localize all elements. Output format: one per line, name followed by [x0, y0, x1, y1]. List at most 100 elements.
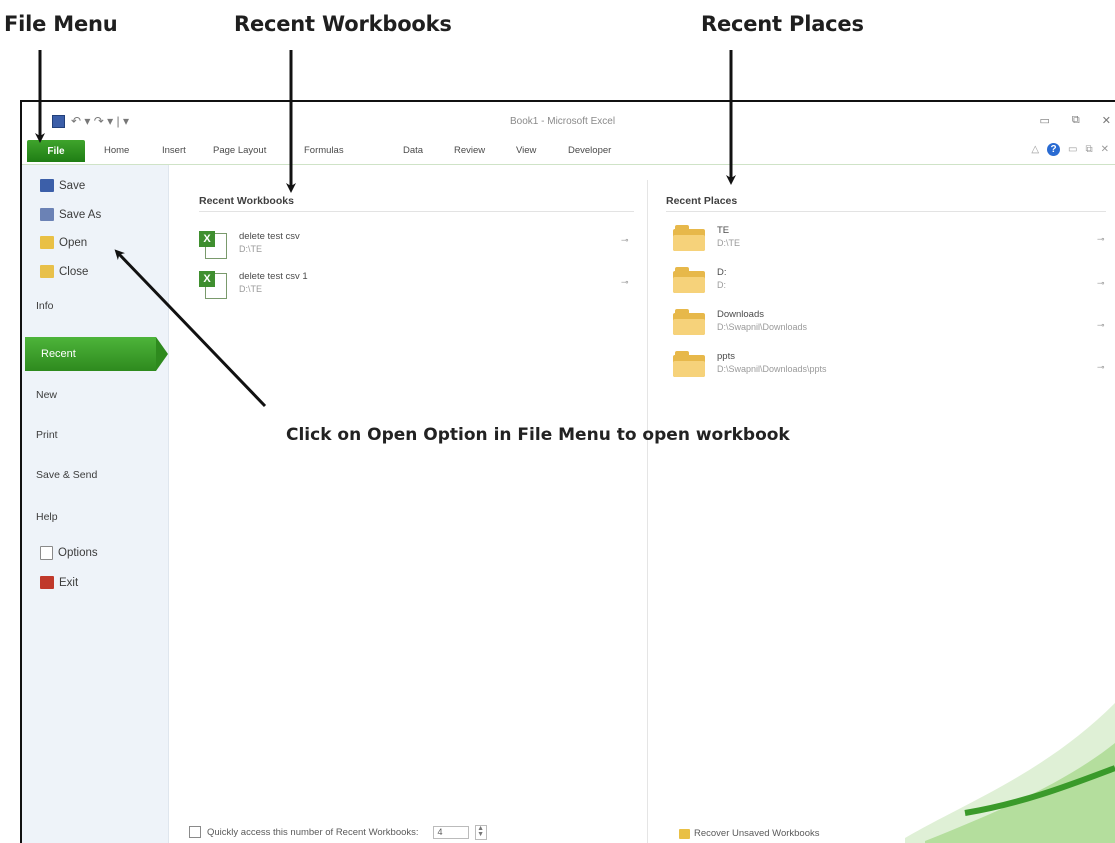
tab-insert[interactable]: Insert: [162, 145, 186, 156]
nav-save-as[interactable]: Save As: [40, 208, 101, 221]
quick-access-toolbar[interactable]: ↶ ▾ ↷ ▾ | ▾: [52, 114, 129, 128]
doc-minimize-icon[interactable]: ▭: [1068, 144, 1077, 155]
nav-new[interactable]: New: [36, 389, 57, 401]
quick-access-checkbox[interactable]: [189, 826, 201, 838]
recent-places-heading: Recent Places: [666, 195, 738, 207]
folder-icon: [673, 225, 705, 251]
recent-place-item[interactable]: Downloads D:\Swapnil\Downloads: [673, 309, 807, 335]
nav-close[interactable]: Close: [40, 265, 88, 278]
pin-icon[interactable]: ⊸: [1097, 320, 1105, 331]
recover-label: Recover Unsaved Workbooks: [694, 828, 820, 839]
pin-icon[interactable]: ⊸: [1097, 362, 1105, 373]
nav-exit-label: Exit: [59, 576, 79, 589]
ribbon-tabs: File Home Insert Page Layout Formulas Da…: [22, 138, 1115, 165]
folder-icon: [673, 267, 705, 293]
workbook-name: delete test csv 1: [239, 271, 308, 282]
backstage-content: Recent Workbooks X delete test csv D:\TE…: [169, 165, 1115, 843]
nav-open-label: Open: [59, 236, 88, 249]
nav-print[interactable]: Print: [36, 429, 58, 441]
spin-down-icon[interactable]: ▼: [477, 831, 484, 838]
folder-icon: [673, 351, 705, 377]
open-option-callout: Click on Open Option in File Menu to ope…: [286, 425, 790, 445]
place-path: D:\Swapnil\Downloads: [717, 322, 808, 332]
recover-folder-icon: [679, 828, 690, 839]
nav-recent[interactable]: Recent: [25, 337, 156, 371]
place-name: ppts: [717, 351, 735, 362]
tab-developer[interactable]: Developer: [568, 145, 611, 156]
recent-workbook-item[interactable]: X delete test csv D:\TE: [199, 231, 300, 259]
ribbon-right-icons: △ ? ▭ ⧉ ✕: [1031, 143, 1109, 156]
restore-icon[interactable]: ⧉: [1072, 114, 1080, 127]
doc-close-icon[interactable]: ✕: [1101, 144, 1109, 155]
folder-icon: [673, 309, 705, 335]
tab-formulas[interactable]: Formulas: [304, 145, 344, 156]
nav-save-as-label: Save As: [59, 208, 102, 221]
tab-home[interactable]: Home: [104, 145, 129, 156]
nav-save-send[interactable]: Save & Send: [36, 469, 97, 481]
bottom-bar: Quickly access this number of Recent Wor…: [189, 821, 1115, 843]
quick-access-count-input[interactable]: 4: [432, 825, 469, 839]
open-folder-icon: [40, 236, 54, 249]
nav-close-label: Close: [59, 265, 89, 278]
file-menu-annotation: File Menu: [4, 12, 118, 36]
recent-places-annotation: Recent Places: [701, 12, 864, 36]
minimize-icon[interactable]: ▭: [1040, 114, 1050, 127]
window-controls: ▭ ⧉ ✕: [1040, 114, 1111, 127]
tab-page-layout[interactable]: Page Layout: [213, 145, 266, 156]
pin-icon[interactable]: ⊸: [1097, 234, 1105, 245]
tab-view[interactable]: View: [516, 145, 536, 156]
title-bar: ↶ ▾ ↷ ▾ | ▾ Book1 - Microsoft Excel ▭ ⧉ …: [22, 102, 1115, 138]
nav-info[interactable]: Info: [36, 300, 54, 312]
recent-tab-pointer: [156, 337, 168, 371]
workbook-path: D:\TE: [239, 284, 263, 294]
nav-save[interactable]: Save: [40, 179, 85, 192]
recent-place-item[interactable]: D: D:: [673, 267, 727, 293]
workbook-name: delete test csv: [239, 231, 300, 242]
workbook-path: D:\TE: [239, 244, 263, 254]
qat-save-icon[interactable]: [52, 114, 65, 128]
doc-restore-icon[interactable]: ⧉: [1085, 144, 1092, 155]
place-name: Downloads: [717, 309, 764, 320]
pin-icon[interactable]: ⊸: [1097, 278, 1105, 289]
nav-open[interactable]: Open: [40, 236, 87, 249]
recover-unsaved-link[interactable]: Recover Unsaved Workbooks: [679, 828, 820, 839]
pin-icon[interactable]: ⊸: [621, 277, 629, 288]
exit-icon: [40, 576, 54, 589]
excel-window: ↶ ▾ ↷ ▾ | ▾ Book1 - Microsoft Excel ▭ ⧉ …: [20, 100, 1115, 843]
tab-file[interactable]: File: [27, 140, 85, 162]
excel-file-icon: X: [199, 231, 227, 259]
minimize-ribbon-icon[interactable]: △: [1031, 144, 1039, 155]
place-name: D:: [717, 267, 727, 278]
decorative-swoosh: [905, 703, 1115, 843]
nav-save-label: Save: [59, 179, 86, 192]
recent-workbook-item[interactable]: X delete test csv 1 D:\TE: [199, 271, 308, 299]
nav-exit[interactable]: Exit: [40, 576, 78, 589]
nav-options-label: Options: [58, 547, 98, 559]
recent-places-rule: [666, 211, 1106, 212]
place-name: TE: [717, 225, 730, 236]
recent-place-item[interactable]: TE D:\TE: [673, 225, 740, 251]
recent-place-item[interactable]: ppts D:\Swapnil\Downloads\ppts: [673, 351, 827, 377]
nav-options[interactable]: Options: [40, 546, 98, 560]
column-divider: [647, 180, 648, 843]
quick-access-spinner[interactable]: ▲ ▼: [474, 824, 487, 840]
place-path: D:\TE: [717, 238, 741, 248]
close-folder-icon: [40, 265, 54, 278]
save-icon: [40, 179, 54, 192]
save-as-icon: [40, 208, 54, 221]
qat-undo-redo[interactable]: ↶ ▾ ↷ ▾ | ▾: [71, 114, 129, 128]
close-window-icon[interactable]: ✕: [1102, 114, 1111, 127]
help-icon[interactable]: ?: [1047, 143, 1061, 156]
recent-workbooks-heading: Recent Workbooks: [199, 195, 294, 207]
tab-data[interactable]: Data: [403, 145, 423, 156]
excel-file-icon: X: [199, 271, 227, 299]
quick-access-label: Quickly access this number of Recent Wor…: [207, 826, 419, 838]
nav-help[interactable]: Help: [36, 511, 58, 523]
pin-icon[interactable]: ⊸: [621, 235, 629, 246]
backstage-nav: Save Save As Open Close Info Recent New …: [22, 165, 169, 843]
tab-review[interactable]: Review: [454, 145, 485, 156]
place-path: D:: [717, 280, 726, 290]
options-icon: [40, 546, 53, 560]
recent-workbooks-annotation: Recent Workbooks: [234, 12, 452, 36]
window-title: Book1 - Microsoft Excel: [510, 116, 616, 127]
